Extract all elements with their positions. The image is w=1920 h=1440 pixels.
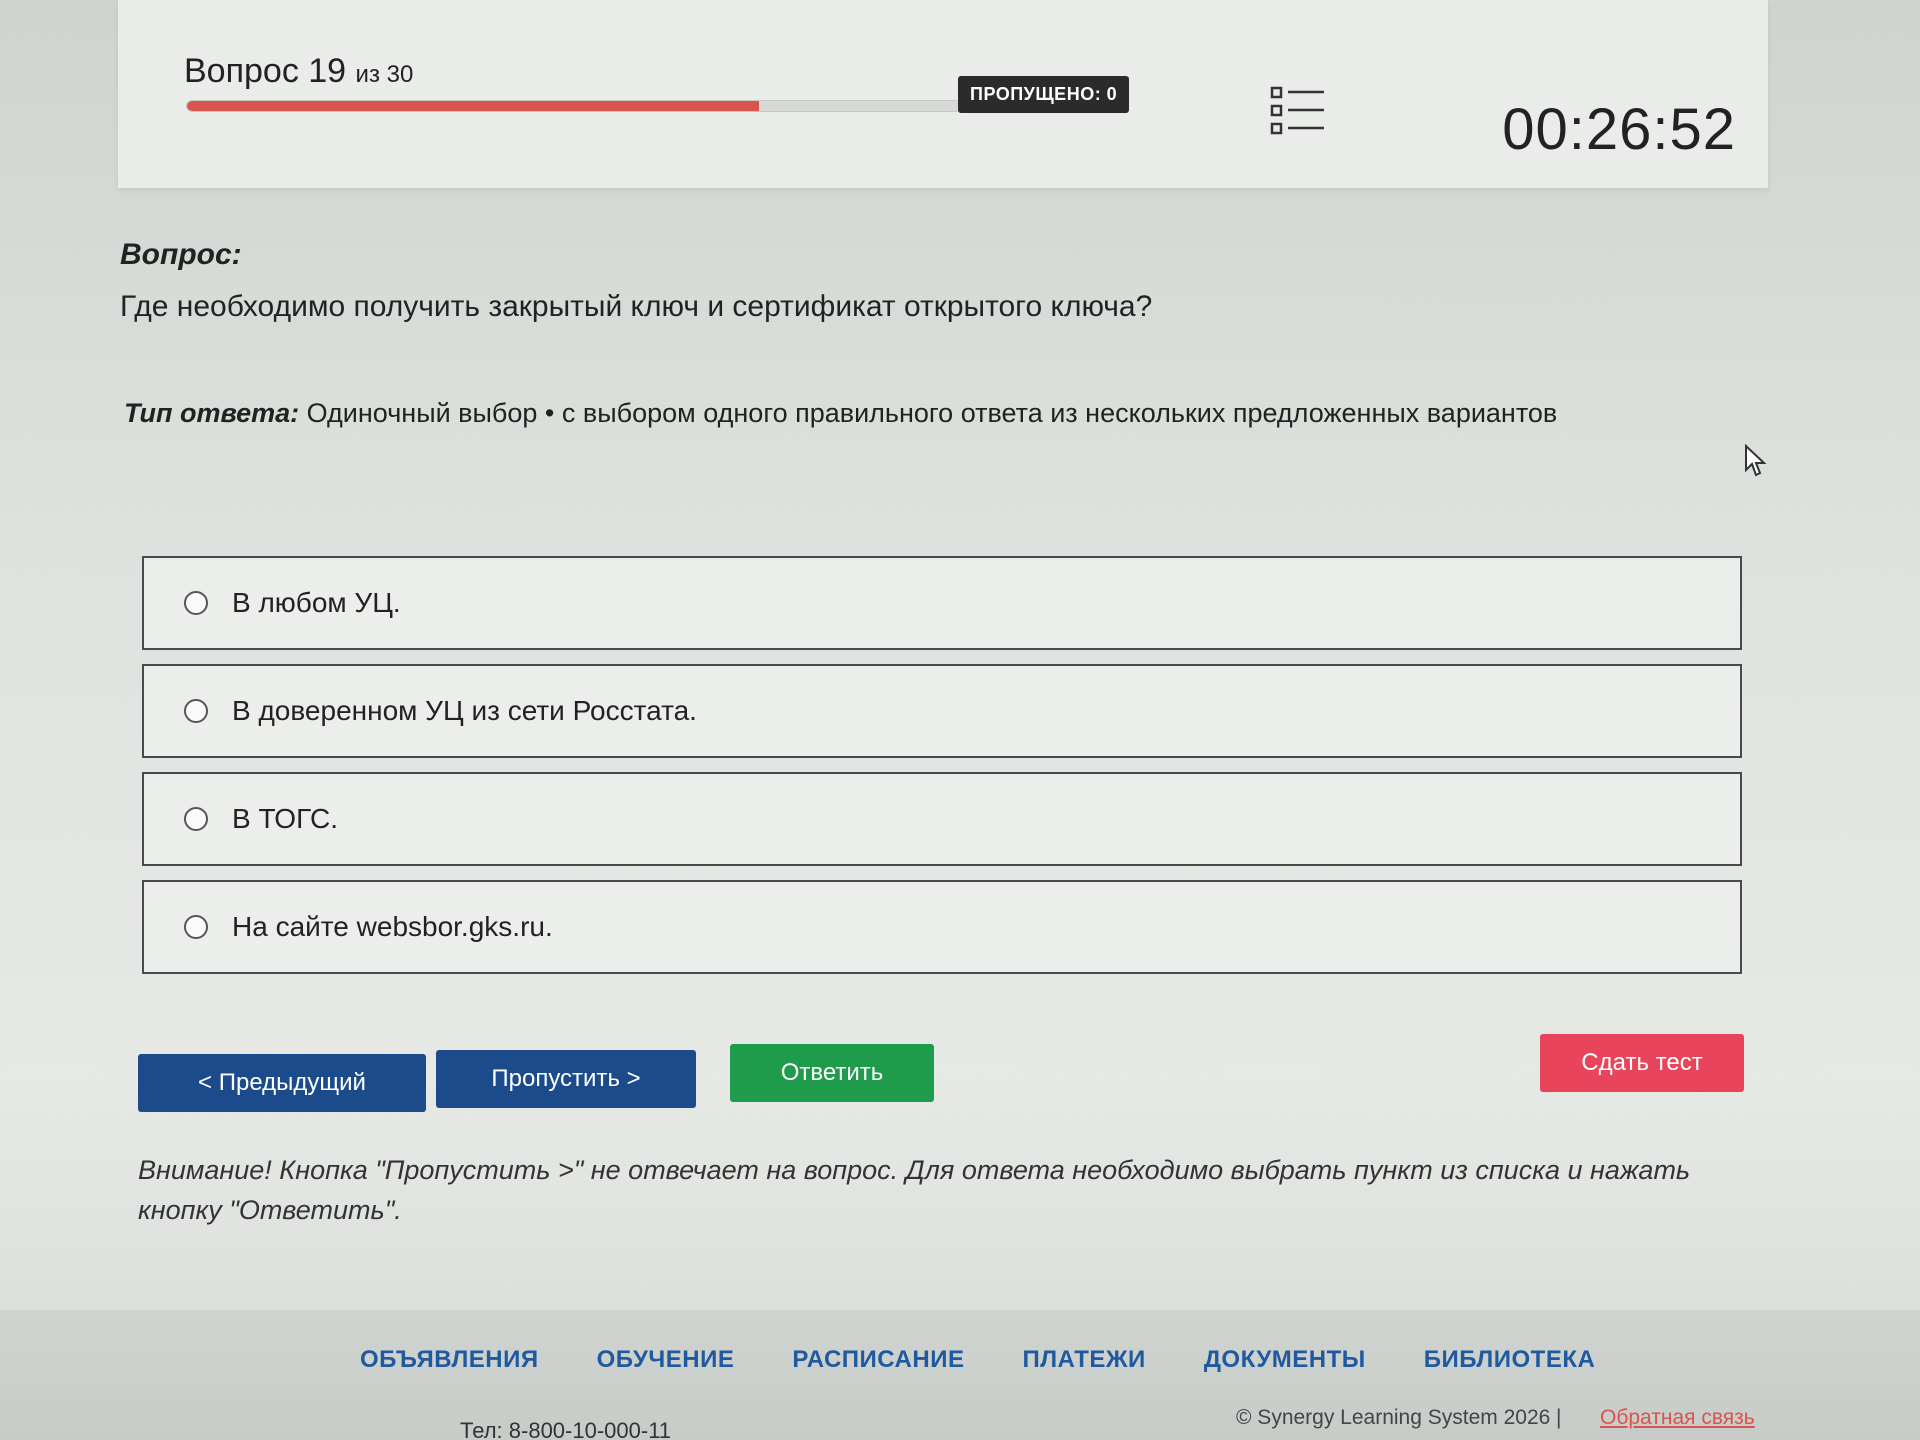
question-counter: Вопрос 19 из 30 bbox=[184, 52, 413, 91]
answer-option-label: На сайте websbor.gks.ru. bbox=[232, 911, 553, 942]
footer-nav: ОБЪЯВЛЕНИЯ ОБУЧЕНИЕ РАСПИСАНИЕ ПЛАТЕЖИ Д… bbox=[360, 1346, 1595, 1374]
skip-button[interactable]: Пропустить > bbox=[436, 1050, 696, 1108]
answer-option[interactable]: На сайте websbor.gks.ru. bbox=[142, 880, 1742, 974]
answer-type-label: Тип ответа: bbox=[124, 398, 300, 428]
answer-option[interactable]: В ТОГС. bbox=[142, 772, 1742, 866]
answer-option-label: В любом УЦ. bbox=[232, 587, 401, 618]
test-header: Вопрос 19 из 30 ПРОПУЩЕНО: 0 00:26:52 bbox=[118, 0, 1768, 188]
radio-button[interactable] bbox=[184, 591, 208, 615]
answer-option-label: В доверенном УЦ из сети Росстата. bbox=[232, 695, 697, 726]
footer-link-education[interactable]: ОБУЧЕНИЕ bbox=[597, 1346, 735, 1374]
answer-type-value: Одиночный выбор • с выбором одного прави… bbox=[306, 398, 1558, 428]
footer: ОБЪЯВЛЕНИЯ ОБУЧЕНИЕ РАСПИСАНИЕ ПЛАТЕЖИ Д… bbox=[0, 1310, 1920, 1440]
radio-button[interactable] bbox=[184, 699, 208, 723]
footer-link-schedule[interactable]: РАСПИСАНИЕ bbox=[792, 1346, 964, 1374]
answer-option-label: В ТОГС. bbox=[232, 803, 338, 834]
footer-copyright: © Synergy Learning System 2026 bbox=[1236, 1406, 1551, 1429]
previous-button[interactable]: < Предыдущий bbox=[138, 1054, 426, 1112]
question-text: Где необходимо получить закрытый ключ и … bbox=[120, 290, 1153, 323]
answer-option[interactable]: В доверенном УЦ из сети Росстата. bbox=[142, 664, 1742, 758]
progress-fill bbox=[187, 101, 760, 111]
footer-separator: | bbox=[1556, 1406, 1562, 1429]
footer-link-documents[interactable]: ДОКУМЕНТЫ bbox=[1204, 1346, 1366, 1374]
footer-phone: Тел: 8-800-10-000-11 bbox=[460, 1418, 672, 1440]
footer-link-library[interactable]: БИБЛИОТЕКА bbox=[1424, 1346, 1596, 1374]
submit-test-button[interactable]: Сдать тест bbox=[1540, 1034, 1744, 1092]
question-label: Вопрос: bbox=[120, 238, 242, 271]
feedback-link[interactable]: Обратная связь bbox=[1600, 1406, 1755, 1430]
footer-link-payments[interactable]: ПЛАТЕЖИ bbox=[1022, 1346, 1145, 1374]
list-icon[interactable] bbox=[1270, 86, 1326, 136]
warning-note: Внимание! Кнопка "Пропустить >" не отвеч… bbox=[138, 1155, 1691, 1225]
answer-option[interactable]: В любом УЦ. bbox=[142, 556, 1742, 650]
timer: 00:26:52 bbox=[1502, 97, 1736, 162]
answer-type: Тип ответа: Одиночный выбор • с выбором … bbox=[124, 398, 1557, 429]
answer-options: В любом УЦ. В доверенном УЦ из сети Росс… bbox=[142, 556, 1742, 988]
question-total: из 30 bbox=[355, 61, 414, 88]
mouse-cursor-icon bbox=[1745, 444, 1767, 477]
question-number: Вопрос 19 bbox=[184, 52, 347, 90]
radio-button[interactable] bbox=[184, 807, 208, 831]
answer-button[interactable]: Ответить bbox=[730, 1044, 934, 1102]
footer-link-announcements[interactable]: ОБЪЯВЛЕНИЯ bbox=[360, 1346, 539, 1374]
skipped-badge: ПРОПУЩЕНО: 0 bbox=[958, 76, 1130, 113]
radio-button[interactable] bbox=[184, 915, 208, 939]
